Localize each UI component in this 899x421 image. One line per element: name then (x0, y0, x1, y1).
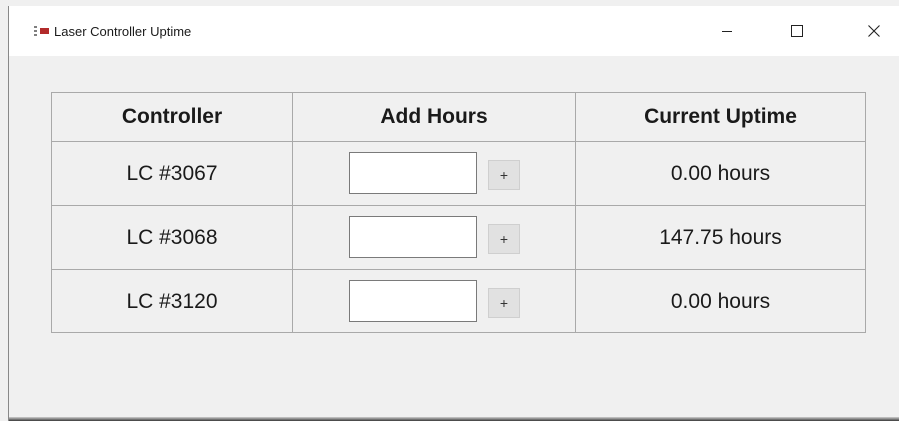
hours-input[interactable] (349, 216, 477, 258)
maximize-button[interactable] (774, 6, 820, 56)
current-uptime: 0.00 hours (670, 161, 771, 185)
controller-name: LC #3068 (52, 206, 293, 269)
table-row: LC #3120 + 0.00 hours (52, 270, 865, 333)
laser-app-icon (34, 26, 49, 36)
hours-input[interactable] (349, 280, 477, 322)
controller-name: LC #3067 (52, 142, 293, 205)
header-current-uptime: Current Uptime (644, 105, 797, 128)
add-hours-cell: + (293, 270, 576, 333)
table-row: LC #3068 + 147.75 hours (52, 206, 865, 270)
add-hours-button[interactable]: + (488, 160, 520, 190)
table-row: LC #3067 + 0.00 hours (52, 142, 865, 206)
add-hours-button[interactable]: + (488, 224, 520, 254)
window-title: Laser Controller Uptime (54, 24, 192, 39)
current-uptime: 147.75 hours (659, 225, 782, 249)
app-window: Laser Controller Uptime Controller Add H… (8, 6, 899, 421)
close-icon (868, 25, 880, 37)
add-hours-button[interactable]: + (488, 288, 520, 318)
hours-input[interactable] (349, 152, 477, 194)
add-hours-cell: + (293, 206, 576, 269)
table-header-row: Controller Add Hours Current Uptime (52, 93, 865, 142)
current-uptime: 0.00 hours (670, 289, 771, 313)
controller-name: LC #3120 (52, 270, 293, 333)
minimize-button[interactable] (704, 6, 750, 56)
window-bottom-edge (9, 417, 899, 421)
uptime-table: Controller Add Hours Current Uptime LC #… (51, 92, 866, 333)
maximize-icon (791, 25, 803, 37)
header-add-hours: Add Hours (293, 93, 576, 141)
add-hours-cell: + (293, 142, 576, 205)
close-button[interactable] (851, 6, 897, 56)
minimize-icon (722, 31, 732, 32)
title-bar[interactable]: Laser Controller Uptime (9, 6, 899, 56)
header-controller: Controller (52, 93, 293, 141)
